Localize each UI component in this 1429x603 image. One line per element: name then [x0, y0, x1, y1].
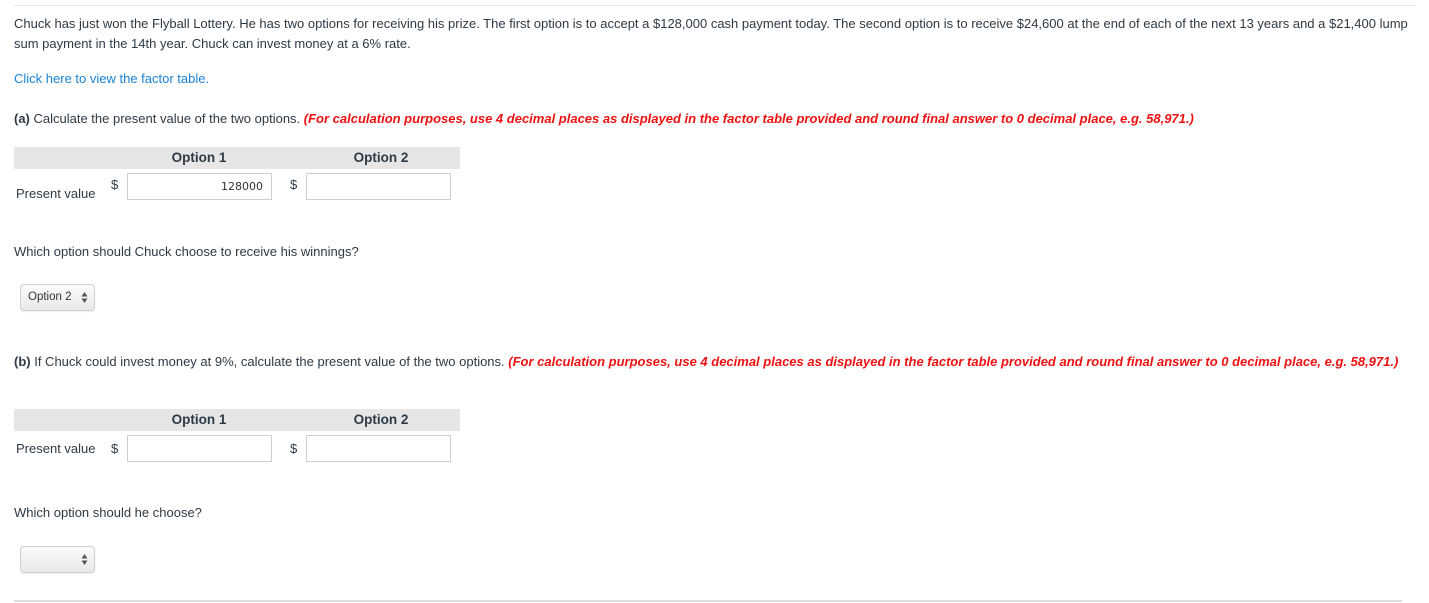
- part-a-answer-table: Option 1 Option 2 Present value $ $: [14, 147, 460, 203]
- part-b-instruction: (For calculation purposes, use 4 decimal…: [508, 354, 1399, 369]
- column-header-option-2: Option 2: [353, 412, 409, 427]
- currency-symbol: $: [290, 441, 298, 456]
- column-header-option-1: Option 1: [171, 150, 227, 165]
- part-a-option-2-present-value-input[interactable]: [306, 173, 451, 200]
- currency-symbol: $: [111, 177, 119, 192]
- table-header-row: Option 1 Option 2: [14, 147, 460, 169]
- problem-statement: Chuck has just won the Flyball Lottery. …: [14, 16, 1408, 51]
- factor-table-link[interactable]: Click here to view the factor table.: [14, 71, 209, 86]
- part-b-prompt: If Chuck could invest money at 9%, calcu…: [30, 354, 509, 369]
- part-a-option-1-present-value-input[interactable]: [127, 173, 272, 200]
- selected-option-value: Option 2: [28, 291, 72, 303]
- part-a-prompt: Calculate the present value of the two o…: [29, 111, 304, 126]
- part-b-answer-table: Option 1 Option 2 Present value $ $: [14, 409, 460, 465]
- part-a-letter: (a): [14, 111, 30, 126]
- part-b-option-1-present-value-input[interactable]: [127, 435, 272, 462]
- part-b-choice-question: Which option should he choose?: [14, 505, 202, 520]
- column-header-option-1: Option 1: [171, 412, 227, 427]
- present-value-row: Present value $ $: [14, 169, 460, 203]
- present-value-row: Present value $ $: [14, 431, 460, 465]
- bottom-divider: [14, 600, 1402, 602]
- present-value-label: Present value: [16, 186, 96, 201]
- part-b-option-2-present-value-input[interactable]: [306, 435, 451, 462]
- part-a-instruction: (For calculation purposes, use 4 decimal…: [303, 111, 1194, 126]
- part-a-heading: (a) Calculate the present value of the t…: [14, 109, 1414, 129]
- column-header-option-2: Option 2: [353, 150, 409, 165]
- part-b-letter: (b): [14, 354, 31, 369]
- part-b-heading: (b) If Chuck could invest money at 9%, c…: [14, 352, 1409, 372]
- part-a-option-select[interactable]: Option 2: [20, 284, 95, 311]
- select-arrows-icon: [81, 554, 88, 565]
- currency-symbol: $: [111, 441, 119, 456]
- part-a-choice-question: Which option should Chuck choose to rece…: [14, 244, 359, 259]
- table-header-row: Option 1 Option 2: [14, 409, 460, 431]
- top-divider: [14, 5, 1416, 6]
- currency-symbol: $: [290, 177, 298, 192]
- part-b-option-select[interactable]: [20, 546, 95, 573]
- present-value-label: Present value: [16, 441, 96, 456]
- select-arrows-icon: [81, 292, 88, 303]
